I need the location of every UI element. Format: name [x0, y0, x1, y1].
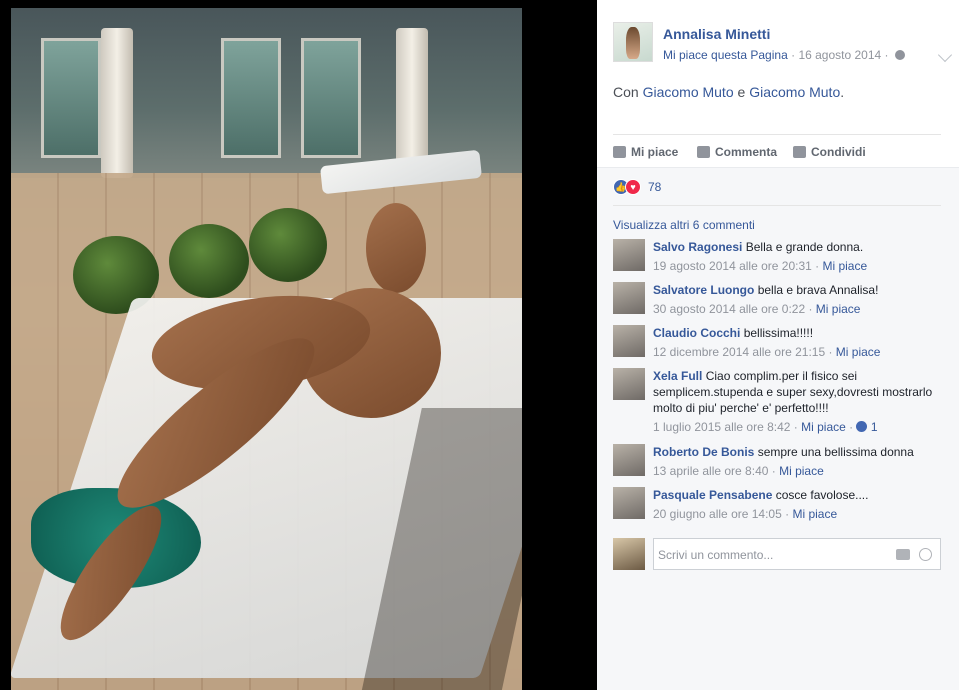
comment-author[interactable]: Salvo Ragonesi: [653, 240, 742, 254]
comment-author[interactable]: Claudio Cocchi: [653, 326, 740, 340]
avatar[interactable]: [613, 368, 645, 400]
post-date[interactable]: 16 agosto 2014: [798, 48, 881, 62]
comment-like-link[interactable]: Mi piace: [801, 420, 846, 434]
avatar: [613, 538, 645, 570]
post-text: Con Giacomo Muto e Giacomo Muto.: [613, 84, 845, 100]
comment-author[interactable]: Roberto De Bonis: [653, 445, 754, 459]
post-meta: Mi piace questa Pagina · 16 agosto 2014 …: [663, 48, 905, 62]
comment-like-link[interactable]: Mi piace: [792, 507, 837, 521]
comment-composer: Scrivi un commento...: [613, 538, 943, 572]
avatar[interactable]: [613, 282, 645, 314]
comment-like-count[interactable]: 1: [871, 420, 878, 434]
avatar[interactable]: [613, 487, 645, 519]
comments-area: 👍 ♥ 78 Visualizza altri 6 commenti Salvo…: [597, 167, 959, 690]
comment-date[interactable]: 19 agosto 2014 alle ore 20:31: [653, 259, 812, 273]
view-more-comments-link[interactable]: Visualizza altri 6 commenti: [613, 218, 755, 232]
comment-text: bella e brava Annalisa!: [757, 283, 879, 297]
love-reaction-icon: ♥: [625, 179, 641, 195]
comment-date[interactable]: 12 dicembre 2014 alle ore 21:15: [653, 345, 825, 359]
comment-like-link[interactable]: Mi piace: [836, 345, 881, 359]
reaction-count: 78: [648, 180, 662, 194]
comment-date[interactable]: 20 giugno alle ore 14:05: [653, 507, 782, 521]
comment-date[interactable]: 13 aprile alle ore 8:40: [653, 464, 768, 478]
comment-author[interactable]: Xela Full: [653, 369, 702, 383]
like-page-link[interactable]: Mi piace questa Pagina: [663, 48, 788, 62]
comment-date[interactable]: 1 luglio 2015 alle ore 8:42: [653, 420, 790, 434]
thumbs-up-icon: [613, 146, 626, 158]
comment-text: bellissima!!!!!: [743, 326, 814, 340]
comment-text: sempre una bellissima donna: [757, 445, 914, 459]
comment-author[interactable]: Salvatore Luongo: [653, 283, 754, 297]
divider: [613, 205, 941, 206]
avatar[interactable]: [613, 325, 645, 357]
tag-link[interactable]: Giacomo Muto: [643, 84, 734, 100]
avatar[interactable]: [613, 444, 645, 476]
comment-date[interactable]: 30 agosto 2014 alle ore 0:22: [653, 302, 805, 316]
comment-input[interactable]: Scrivi un commento...: [653, 538, 941, 570]
emoji-icon[interactable]: [919, 548, 932, 561]
comment-like-link[interactable]: Mi piace: [779, 464, 824, 478]
camera-icon[interactable]: [896, 549, 910, 560]
comment-text: Bella e grande donna.: [745, 240, 864, 254]
like-button[interactable]: Mi piace: [613, 145, 678, 159]
comment-like-link[interactable]: Mi piace: [822, 259, 867, 273]
chevron-down-icon[interactable]: [937, 47, 953, 63]
share-icon: [793, 146, 806, 158]
comment-text: cosce favolose....: [775, 488, 869, 502]
photo-viewer: [0, 0, 597, 690]
comment-button[interactable]: Commenta: [697, 145, 777, 159]
tag-link[interactable]: Giacomo Muto: [749, 84, 840, 100]
post-actions: Mi piace Commenta Condividi: [613, 134, 941, 167]
comment-author[interactable]: Pasquale Pensabene: [653, 488, 772, 502]
post-header: Annalisa Minetti Mi piace questa Pagina …: [613, 22, 953, 67]
like-icon: [856, 421, 868, 432]
globe-icon: [894, 50, 905, 60]
post-sidebar: Annalisa Minetti Mi piace questa Pagina …: [597, 0, 959, 690]
comment-icon: [697, 146, 710, 158]
comment-like-link[interactable]: Mi piace: [816, 302, 861, 316]
page-avatar[interactable]: [613, 22, 653, 62]
page-name[interactable]: Annalisa Minetti: [663, 26, 770, 42]
share-button[interactable]: Condividi: [793, 145, 866, 159]
avatar[interactable]: [613, 239, 645, 271]
comment-input-placeholder: Scrivi un commento...: [658, 548, 774, 562]
post-photo[interactable]: [11, 8, 522, 690]
